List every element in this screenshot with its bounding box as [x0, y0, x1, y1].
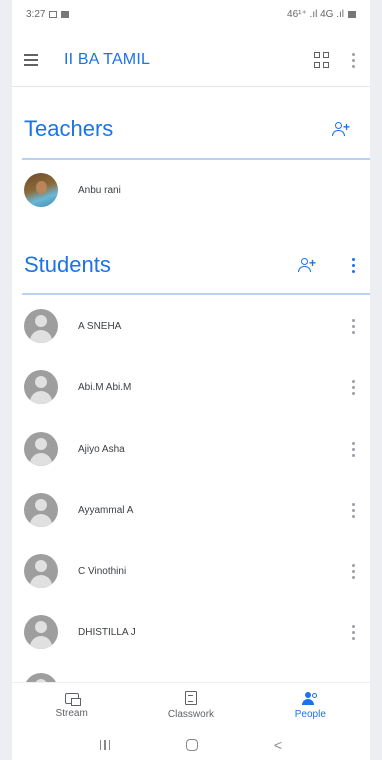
students-more-icon[interactable] — [348, 257, 358, 273]
student-row[interactable]: Abi.M Abi.M — [12, 361, 370, 413]
signal-text: 46¹⁺ .ıl 4G .ıl — [287, 8, 344, 20]
nav-classwork-label: Classwork — [167, 709, 215, 720]
app-bar-divider — [12, 86, 370, 87]
status-right: 46¹⁺ .ıl 4G .ıl — [287, 9, 356, 20]
student-row[interactable]: DHISTILLA J — [12, 606, 370, 658]
student-name: Ajiyo Asha — [78, 443, 125, 455]
status-left: 3:27 — [26, 8, 70, 20]
battery-icon — [348, 10, 356, 18]
student-avatar — [24, 493, 58, 527]
student-more-icon[interactable] — [348, 441, 358, 457]
student-row[interactable]: Ajiyo Asha — [12, 423, 370, 475]
student-avatar — [24, 432, 58, 466]
back-icon[interactable]: < — [274, 737, 282, 753]
add-student-icon[interactable]: + — [296, 257, 318, 273]
system-nav-bar: < — [12, 730, 370, 760]
student-row[interactable]: Ayyammal A — [12, 484, 370, 536]
recents-icon[interactable] — [99, 740, 111, 750]
student-avatar — [24, 309, 58, 343]
teachers-heading: Teachers — [24, 116, 114, 141]
teacher-row[interactable]: Anbu rani — [12, 164, 370, 216]
bottom-nav: Stream Classwork People — [12, 682, 370, 728]
student-avatar — [24, 370, 58, 404]
student-name: A SNEHA — [78, 320, 122, 332]
teachers-header: Teachers + — [12, 104, 370, 154]
top-app-bar: II BA TAMIL — [12, 36, 370, 84]
student-row[interactable]: C Vinothini — [12, 545, 370, 597]
teacher-avatar — [24, 173, 58, 207]
more-vert-icon[interactable] — [348, 52, 358, 68]
class-title: II BA TAMIL — [64, 51, 151, 68]
classwork-icon — [184, 691, 197, 705]
student-name: Abi.M Abi.M — [78, 381, 132, 393]
stream-icon — [64, 692, 81, 706]
nav-stream-label: Stream — [55, 707, 88, 719]
student-more-icon[interactable] — [348, 502, 358, 518]
app-screen: 3:27 46¹⁺ .ıl 4G .ıl II BA TAMIL Teacher… — [12, 0, 370, 760]
nav-stream[interactable]: Stream — [12, 683, 131, 728]
student-name: DHISTILLA J — [78, 626, 136, 638]
status-time: 3:27 — [26, 8, 46, 20]
student-more-icon[interactable] — [348, 379, 358, 395]
teachers-divider — [22, 158, 370, 160]
app-notification-icon — [61, 10, 70, 18]
gallery-notification-icon — [49, 10, 58, 18]
student-name: C Vinothini — [78, 565, 127, 577]
student-more-icon[interactable] — [348, 563, 358, 579]
student-avatar — [24, 554, 58, 588]
student-row[interactable]: A SNEHA — [12, 300, 370, 352]
teacher-name: Anbu rani — [78, 184, 121, 196]
student-avatar — [24, 615, 58, 649]
nav-people-label: People — [294, 708, 326, 720]
students-heading: Students — [24, 252, 111, 277]
students-header: Students + — [12, 240, 370, 290]
people-icon — [302, 691, 318, 705]
home-icon[interactable] — [186, 739, 199, 751]
student-more-icon[interactable] — [348, 624, 358, 640]
student-more-icon[interactable] — [348, 318, 358, 334]
menu-icon[interactable] — [24, 49, 46, 71]
nav-classwork[interactable]: Classwork — [131, 683, 250, 728]
status-bar: 3:27 46¹⁺ .ıl 4G .ıl — [12, 0, 370, 28]
students-divider — [22, 293, 370, 295]
student-name: Ayyammal A — [78, 504, 134, 516]
nav-people[interactable]: People — [251, 683, 370, 728]
grid-icon[interactable] — [314, 52, 330, 68]
add-teacher-icon[interactable]: + — [330, 121, 352, 137]
